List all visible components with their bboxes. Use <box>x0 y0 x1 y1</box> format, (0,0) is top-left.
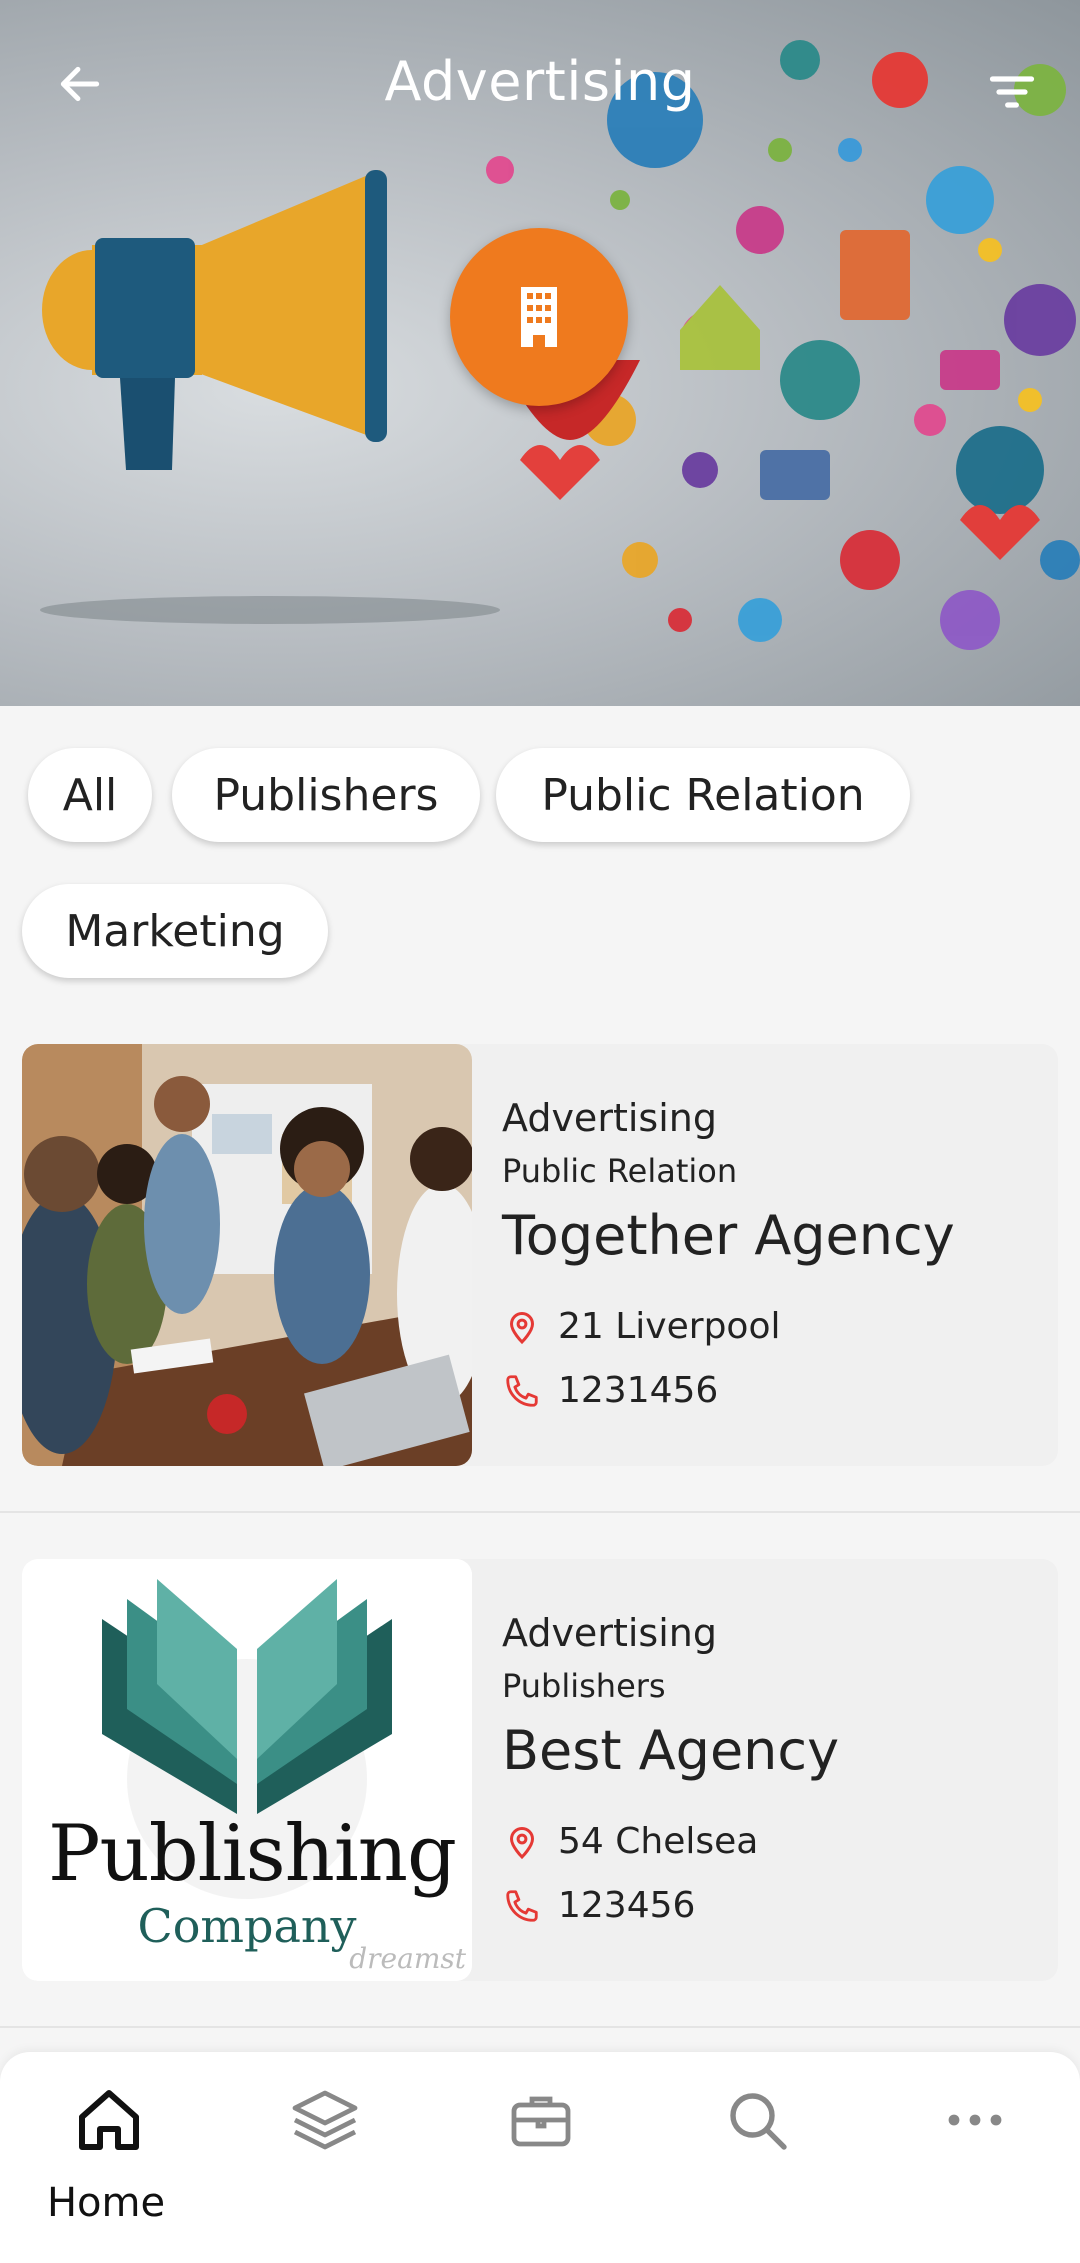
search-icon <box>719 2082 795 2158</box>
listing-address: 54 Chelsea <box>558 1821 759 1862</box>
map-pin-icon <box>502 1307 542 1347</box>
home-icon <box>71 2082 147 2158</box>
listing-address: 21 Liverpool <box>558 1306 781 1347</box>
nav-search[interactable] <box>684 2082 824 2242</box>
list-divider <box>0 1511 1080 1513</box>
listing-phone: 1231456 <box>558 1370 719 1411</box>
briefcase-icon <box>503 2082 579 2158</box>
nav-layers[interactable] <box>252 2082 392 2242</box>
page-title: Advertising <box>384 50 696 113</box>
nav-home[interactable]: Home <box>36 2082 176 2242</box>
team-meeting-image <box>22 1044 472 1466</box>
nav-home-label: Home <box>46 2180 166 2226</box>
nav-more[interactable] <box>902 2082 1042 2242</box>
chip-publishers[interactable]: Publishers <box>172 748 480 842</box>
bottom-navigation: Home <box>0 2052 1080 2263</box>
listing-name: Best Agency <box>502 1719 840 1782</box>
list-divider <box>0 2026 1080 2028</box>
listing-address-row: 54 Chelsea <box>502 1821 758 1862</box>
listing-subcategory: Publishers <box>502 1667 666 1705</box>
list-item[interactable]: Publishing Company dreamst Advertising P… <box>22 1559 1058 1981</box>
filter-icon <box>989 76 1035 108</box>
listing-category: Advertising <box>502 1096 717 1140</box>
listing-address-row: 21 Liverpool <box>502 1306 780 1347</box>
category-badge <box>450 228 628 406</box>
logo-text-publishing: Publishing <box>48 1809 457 1899</box>
listing-photo <box>22 1044 472 1466</box>
listing-phone: 123456 <box>558 1885 696 1926</box>
listing-subcategory: Public Relation <box>502 1152 738 1190</box>
listing-info: Advertising Public Relation Together Age… <box>502 1044 1058 1466</box>
phone-icon <box>502 1886 542 1926</box>
listing-phone-row[interactable]: 1231456 <box>502 1370 718 1411</box>
more-icon <box>937 2082 1013 2158</box>
top-app-bar: Advertising <box>0 0 1080 160</box>
chip-all[interactable]: All <box>28 748 152 842</box>
hero-banner: Advertising <box>0 0 1080 706</box>
listing-phone-row[interactable]: 123456 <box>502 1885 695 1926</box>
layers-icon <box>287 2082 363 2158</box>
listing-name: Together Agency <box>502 1204 955 1267</box>
map-pin-icon <box>502 1822 542 1862</box>
chip-public-relation[interactable]: Public Relation <box>496 748 910 842</box>
chip-marketing[interactable]: Marketing <box>22 884 328 978</box>
filter-button[interactable] <box>972 52 1052 132</box>
phone-icon <box>502 1371 542 1411</box>
watermark-text: dreamst <box>349 1942 466 1975</box>
nav-briefcase[interactable] <box>468 2082 608 2242</box>
list-item[interactable]: Advertising Public Relation Together Age… <box>22 1044 1058 1466</box>
listing-logo: Publishing Company dreamst <box>22 1559 472 1981</box>
listing-info: Advertising Publishers Best Agency 54 Ch… <box>502 1559 1058 1981</box>
building-icon <box>521 287 557 347</box>
listing-category: Advertising <box>502 1611 717 1655</box>
